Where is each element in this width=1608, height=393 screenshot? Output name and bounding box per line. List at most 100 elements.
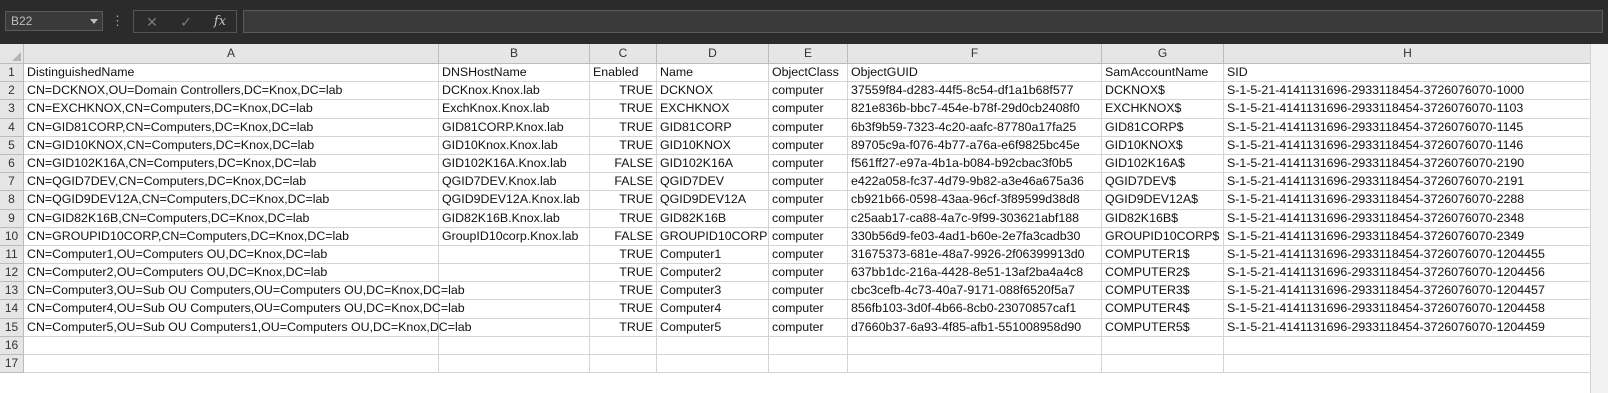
cell-h15[interactable]: S-1-5-21-4141131696-2933118454-372607607… xyxy=(1224,318,1592,337)
name-box[interactable]: B22 xyxy=(5,11,103,31)
cell-d7[interactable]: QGID7DEV xyxy=(657,173,769,192)
row-header-3[interactable]: 3 xyxy=(0,100,24,119)
cell-e10[interactable]: computer xyxy=(769,227,848,246)
insert-function-icon[interactable]: fx xyxy=(208,13,232,31)
cell-b15[interactable] xyxy=(439,318,590,337)
cell-b7[interactable]: QGID7DEV.Knox.lab xyxy=(439,173,590,192)
row-header-15[interactable]: 15 xyxy=(0,318,24,337)
row-header-10[interactable]: 10 xyxy=(0,227,24,246)
column-header-h[interactable]: H xyxy=(1224,44,1592,64)
column-header-a[interactable]: A xyxy=(24,44,439,64)
cell-e13[interactable]: computer xyxy=(769,282,848,301)
cell-c13[interactable]: TRUE xyxy=(590,282,657,301)
cell-f2[interactable]: 37559f84-d283-44f5-8c54-df1a1b68f577 xyxy=(848,82,1102,101)
column-header-b[interactable]: B xyxy=(439,44,590,64)
cell-h3[interactable]: S-1-5-21-4141131696-2933118454-372607607… xyxy=(1224,100,1592,119)
cell-g9[interactable]: GID82K16B$ xyxy=(1102,209,1224,228)
cell-g10[interactable]: GROUPID10CORP$ xyxy=(1102,227,1224,246)
cell-h8[interactable]: S-1-5-21-4141131696-2933118454-372607607… xyxy=(1224,191,1592,210)
cell-a16[interactable] xyxy=(24,336,439,355)
cell-b3[interactable]: ExchKnox.Knox.lab xyxy=(439,100,590,119)
cell-h10[interactable]: S-1-5-21-4141131696-2933118454-372607607… xyxy=(1224,227,1592,246)
cell-h9[interactable]: S-1-5-21-4141131696-2933118454-372607607… xyxy=(1224,209,1592,228)
row-header-14[interactable]: 14 xyxy=(0,300,24,319)
cell-g8[interactable]: QGID9DEV12A$ xyxy=(1102,191,1224,210)
cell-b13[interactable] xyxy=(439,282,590,301)
cell-a11[interactable]: CN=Computer1,OU=Computers OU,DC=Knox,DC=… xyxy=(24,245,439,265)
column-header-c[interactable]: C xyxy=(590,44,657,64)
cell-b10[interactable]: GroupID10corp.Knox.lab xyxy=(439,227,590,246)
cell-d3[interactable]: EXCHKNOX xyxy=(657,100,769,119)
cell-b4[interactable]: GID81CORP.Knox.lab xyxy=(439,118,590,137)
cell-e1[interactable]: ObjectClass xyxy=(769,64,848,83)
cell-g11[interactable]: COMPUTER1$ xyxy=(1102,245,1224,265)
cell-d13[interactable]: Computer3 xyxy=(657,282,769,301)
cell-f8[interactable]: cb921b66-0598-43aa-96cf-3f89599d38d8 xyxy=(848,191,1102,210)
cell-b9[interactable]: GID82K16B.Knox.lab xyxy=(439,209,590,228)
enter-check-icon[interactable]: ✓ xyxy=(174,13,198,31)
row-header-13[interactable]: 13 xyxy=(0,282,24,301)
cell-f9[interactable]: c25aab17-ca88-4a7c-9f99-303621abf188 xyxy=(848,209,1102,228)
column-header-d[interactable]: D xyxy=(657,44,769,64)
row-header-2[interactable]: 2 xyxy=(0,82,24,101)
cell-g3[interactable]: EXCHKNOX$ xyxy=(1102,100,1224,119)
cell-a13[interactable]: CN=Computer3,OU=Sub OU Computers,OU=Comp… xyxy=(24,282,465,301)
cell-e16[interactable] xyxy=(769,336,848,355)
cell-d12[interactable]: Computer2 xyxy=(657,264,769,283)
cell-c3[interactable]: TRUE xyxy=(590,100,657,119)
cell-c6[interactable]: FALSE xyxy=(590,154,657,174)
cell-e15[interactable]: computer xyxy=(769,318,848,337)
cell-d17[interactable] xyxy=(657,355,769,374)
more-options-icon[interactable]: ⋮ xyxy=(111,12,124,30)
cell-g5[interactable]: GID10KNOX$ xyxy=(1102,136,1224,155)
row-header-8[interactable]: 8 xyxy=(0,191,24,210)
cell-g6[interactable]: GID102K16A$ xyxy=(1102,154,1224,174)
cell-h16[interactable] xyxy=(1224,336,1592,355)
cell-a3[interactable]: CN=EXCHKNOX,CN=Computers,DC=Knox,DC=lab xyxy=(24,100,439,119)
cell-e5[interactable]: computer xyxy=(769,136,848,155)
cell-b11[interactable] xyxy=(439,245,590,265)
formula-input[interactable] xyxy=(243,10,1603,33)
cell-e12[interactable]: computer xyxy=(769,264,848,283)
cell-e2[interactable]: computer xyxy=(769,82,848,101)
row-header-7[interactable]: 7 xyxy=(0,173,24,192)
cell-d6[interactable]: GID102K16A xyxy=(657,154,769,174)
cell-d11[interactable]: Computer1 xyxy=(657,245,769,265)
cell-a12[interactable]: CN=Computer2,OU=Computers OU,DC=Knox,DC=… xyxy=(24,264,439,283)
cell-e9[interactable]: computer xyxy=(769,209,848,228)
cell-c16[interactable] xyxy=(590,336,657,355)
row-header-16[interactable]: 16 xyxy=(0,336,24,355)
row-header-4[interactable]: 4 xyxy=(0,118,24,137)
cell-f7[interactable]: e422a058-fc37-4d79-9b82-a3e46a675a36 xyxy=(848,173,1102,192)
cell-h2[interactable]: S-1-5-21-4141131696-2933118454-372607607… xyxy=(1224,82,1592,101)
cell-d4[interactable]: GID81CORP xyxy=(657,118,769,137)
cell-a17[interactable] xyxy=(24,355,439,374)
cell-a14[interactable]: CN=Computer4,OU=Sub OU Computers,OU=Comp… xyxy=(24,300,465,319)
cell-c15[interactable]: TRUE xyxy=(590,318,657,337)
row-header-1[interactable]: 1 xyxy=(0,64,24,83)
row-header-5[interactable]: 5 xyxy=(0,136,24,155)
cell-c1[interactable]: Enabled xyxy=(590,64,657,83)
cell-c9[interactable]: TRUE xyxy=(590,209,657,228)
cell-h13[interactable]: S-1-5-21-4141131696-2933118454-372607607… xyxy=(1224,282,1592,301)
cell-c2[interactable]: TRUE xyxy=(590,82,657,101)
cell-h14[interactable]: S-1-5-21-4141131696-2933118454-372607607… xyxy=(1224,300,1592,319)
cell-g1[interactable]: SamAccountName xyxy=(1102,64,1224,83)
cell-d8[interactable]: QGID9DEV12A xyxy=(657,191,769,210)
cell-d5[interactable]: GID10KNOX xyxy=(657,136,769,155)
cell-f4[interactable]: 6b3f9b59-7323-4c20-aafc-87780a17fa25 xyxy=(848,118,1102,137)
cell-f15[interactable]: d7660b37-6a93-4f85-afb1-551008958d90 xyxy=(848,318,1102,337)
cell-g17[interactable] xyxy=(1102,355,1224,374)
cell-h12[interactable]: S-1-5-21-4141131696-2933118454-372607607… xyxy=(1224,264,1592,283)
cell-c14[interactable]: TRUE xyxy=(590,300,657,319)
cell-d1[interactable]: Name xyxy=(657,64,769,83)
cell-d9[interactable]: GID82K16B xyxy=(657,209,769,228)
cell-d15[interactable]: Computer5 xyxy=(657,318,769,337)
cell-a1[interactable]: DistinguishedName xyxy=(24,64,439,83)
cell-e17[interactable] xyxy=(769,355,848,374)
cell-e11[interactable]: computer xyxy=(769,245,848,265)
cell-f3[interactable]: 821e836b-bbc7-454e-b78f-29d0cb2408f0 xyxy=(848,100,1102,119)
cancel-icon[interactable]: ✕ xyxy=(140,13,164,31)
cell-e6[interactable]: computer xyxy=(769,154,848,174)
cell-c4[interactable]: TRUE xyxy=(590,118,657,137)
